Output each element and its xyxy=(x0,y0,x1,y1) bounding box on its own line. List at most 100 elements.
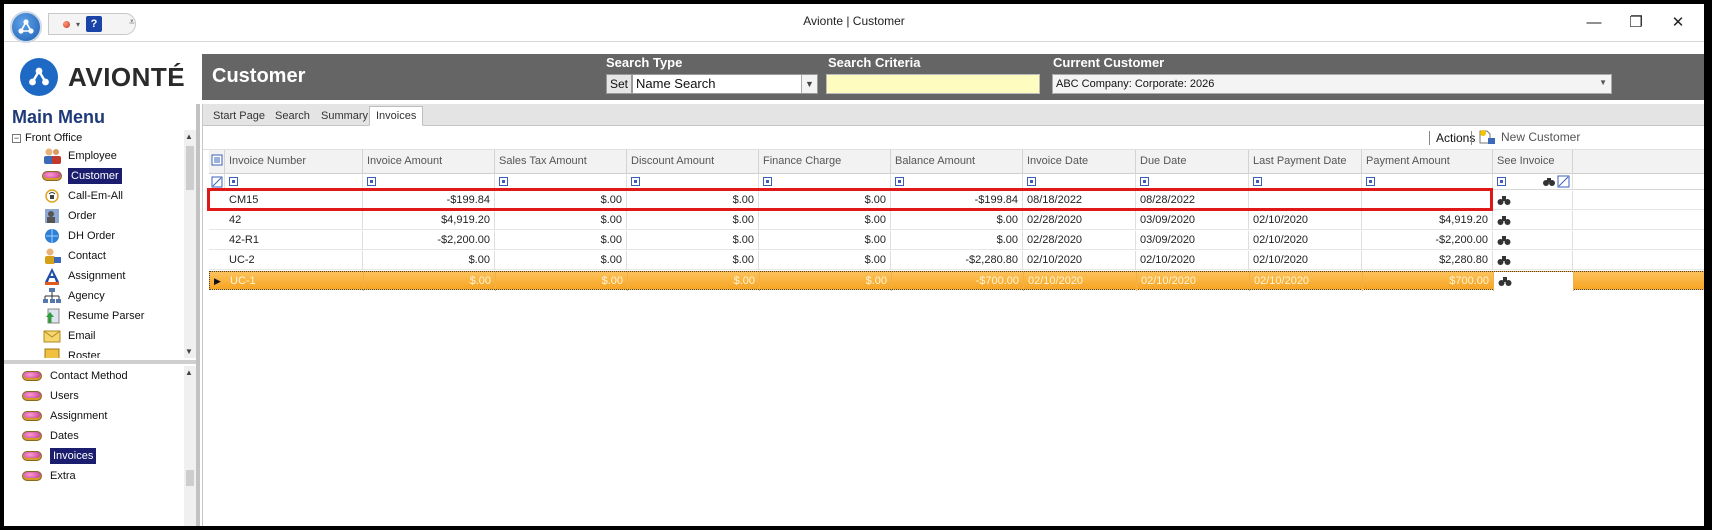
col-sales-tax-amount[interactable]: Sales Tax Amount xyxy=(495,150,627,174)
col-balance-amount[interactable]: Balance Amount xyxy=(891,150,1023,174)
tab-summary[interactable]: Summary xyxy=(315,106,374,126)
employee-icon xyxy=(42,147,62,165)
scroll-thumb[interactable] xyxy=(186,146,194,190)
menu-item-roster[interactable]: Roster xyxy=(42,346,100,358)
current-customer-label: Current Customer xyxy=(1053,55,1165,70)
chevron-down-icon[interactable]: ▼ xyxy=(801,75,817,93)
menu-item-agency[interactable]: Agency xyxy=(42,286,105,306)
actions-menu[interactable]: Actions xyxy=(1436,131,1475,145)
scroll-up-icon[interactable]: ▲ xyxy=(185,368,193,377)
assignment-icon xyxy=(42,267,62,285)
column-chooser-icon[interactable] xyxy=(209,150,225,174)
filter-see-invoice[interactable] xyxy=(1493,174,1573,190)
sub-item-users[interactable]: Users xyxy=(22,386,79,406)
binoculars-icon xyxy=(1497,236,1511,245)
toolbar-separator xyxy=(1471,131,1472,145)
col-invoice-number[interactable]: Invoice Number xyxy=(225,150,363,174)
menu-item-assignment[interactable]: Assignment xyxy=(42,266,125,286)
sub-item-assignment[interactable]: Assignment xyxy=(22,406,107,426)
current-customer-value: ABC Company: Corporate: 2026 xyxy=(1056,78,1215,90)
current-customer-select[interactable]: ABC Company: Corporate: 2026 ▼ xyxy=(1052,74,1612,94)
minimize-button[interactable]: — xyxy=(1574,10,1614,34)
grid-toolbar: Actions New Customer xyxy=(203,126,1704,150)
set-button[interactable]: Set xyxy=(606,74,632,94)
see-invoice-button[interactable] xyxy=(1493,211,1573,230)
col-last-payment-date[interactable]: Last Payment Date xyxy=(1249,150,1362,174)
search-criteria-input[interactable] xyxy=(826,74,1040,94)
front-office-tree: − Front Office Employee Customer Call-Em… xyxy=(8,130,186,358)
sub-menu-scrollbar[interactable]: ▲ xyxy=(184,366,196,526)
menu-item-email[interactable]: Email xyxy=(42,326,96,346)
sub-item-extra[interactable]: Extra xyxy=(22,466,76,486)
menu-item-order[interactable]: Order xyxy=(42,206,96,226)
main-menu-panel: Main Menu − Front Office Employee Custom… xyxy=(4,104,200,526)
see-invoice-button[interactable] xyxy=(1493,251,1573,270)
tab-start-page[interactable]: Start Page xyxy=(207,106,271,126)
clear-filter-icon[interactable] xyxy=(1557,175,1570,188)
chevron-down-icon[interactable]: ▼ xyxy=(1599,78,1607,87)
col-discount-amount[interactable]: Discount Amount xyxy=(627,150,759,174)
search-type-value: Name Search xyxy=(636,76,716,91)
scroll-up-icon[interactable]: ▲ xyxy=(185,132,193,141)
search-type-label: Search Type xyxy=(606,55,683,70)
roster-icon xyxy=(42,347,62,358)
pill-icon xyxy=(22,431,42,441)
pill-icon xyxy=(22,411,42,421)
page-title: Customer xyxy=(212,65,306,87)
scroll-thumb[interactable] xyxy=(186,470,194,486)
title-bar: ▾ ? ⩡ Avionte | Customer — ❐ ✕ xyxy=(4,4,1704,43)
main-menu-title: Main Menu xyxy=(12,107,105,127)
dh-order-icon xyxy=(42,227,62,245)
col-due-date[interactable]: Due Date xyxy=(1136,150,1249,174)
col-invoice-date[interactable]: Invoice Date xyxy=(1023,150,1136,174)
binoculars-icon xyxy=(1497,216,1511,225)
new-customer-icon xyxy=(1479,130,1495,144)
order-icon xyxy=(42,207,62,225)
avionte-logo-icon xyxy=(20,58,58,96)
pill-icon xyxy=(22,371,42,381)
binoculars-icon xyxy=(1497,196,1511,205)
tab-invoices[interactable]: Invoices xyxy=(369,106,424,126)
contact-icon xyxy=(42,247,62,265)
table-row-selected[interactable]: ▶ UC-1 $.00 $.00 $.00 $.00 -$700.00 02/1… xyxy=(209,271,1704,291)
call-em-all-icon xyxy=(42,187,62,205)
tree-root-label: Front Office xyxy=(25,132,83,144)
col-payment-amount[interactable]: Payment Amount xyxy=(1362,150,1493,174)
col-see-invoice[interactable]: See Invoice xyxy=(1493,150,1573,174)
menu-item-contact[interactable]: Contact xyxy=(42,246,106,266)
close-button[interactable]: ✕ xyxy=(1658,10,1698,34)
binoculars-icon[interactable] xyxy=(1543,176,1555,187)
brand-logo: AVIONTÉ xyxy=(4,54,202,100)
menu-item-call-em-all[interactable]: Call-Em-All xyxy=(42,186,123,206)
menu-item-employee[interactable]: Employee xyxy=(42,146,117,166)
toolbar-separator xyxy=(1429,131,1430,145)
sub-item-dates[interactable]: Dates xyxy=(22,426,79,446)
see-invoice-button[interactable] xyxy=(1493,191,1573,210)
email-icon xyxy=(42,327,62,345)
app-window: ▾ ? ⩡ Avionte | Customer — ❐ ✕ AVIONTÉ C… xyxy=(4,4,1704,526)
tree-root-front-office[interactable]: − Front Office xyxy=(12,132,82,144)
sub-item-contact-method[interactable]: Contact Method xyxy=(22,366,128,386)
new-customer-button[interactable]: New Customer xyxy=(1478,129,1580,145)
col-finance-charge[interactable]: Finance Charge xyxy=(759,150,891,174)
menu-item-customer[interactable]: Customer xyxy=(42,166,122,186)
pill-icon xyxy=(22,391,42,401)
panel-splitter[interactable] xyxy=(4,360,196,364)
tab-strip: Start Page Search Summary Invoices xyxy=(203,104,1704,126)
collapse-icon[interactable]: − xyxy=(12,133,21,143)
restore-button[interactable]: ❐ xyxy=(1616,10,1656,34)
menu-scrollbar[interactable]: ▲ ▼ xyxy=(184,130,196,358)
customer-icon xyxy=(42,167,62,185)
see-invoice-button[interactable] xyxy=(1493,231,1573,250)
search-type-select[interactable]: Name Search ▼ xyxy=(632,74,818,94)
col-invoice-amount[interactable]: Invoice Amount xyxy=(363,150,495,174)
table-row[interactable]: 42 $4,919.20 $.00 $.00 $.00 $.00 02/28/2… xyxy=(209,211,1704,230)
sub-item-invoices[interactable]: Invoices xyxy=(22,446,97,466)
menu-item-resume-parser[interactable]: Resume Parser xyxy=(42,306,144,326)
tab-search[interactable]: Search xyxy=(269,106,316,126)
table-row[interactable]: 42-R1 -$2,200.00 $.00 $.00 $.00 $.00 02/… xyxy=(209,231,1704,250)
see-invoice-button[interactable] xyxy=(1494,272,1574,291)
scroll-down-icon[interactable]: ▼ xyxy=(185,347,193,356)
menu-item-dh-order[interactable]: DH Order xyxy=(42,226,115,246)
table-row[interactable]: UC-2 $.00 $.00 $.00 $.00 -$2,280.80 02/1… xyxy=(209,251,1704,270)
